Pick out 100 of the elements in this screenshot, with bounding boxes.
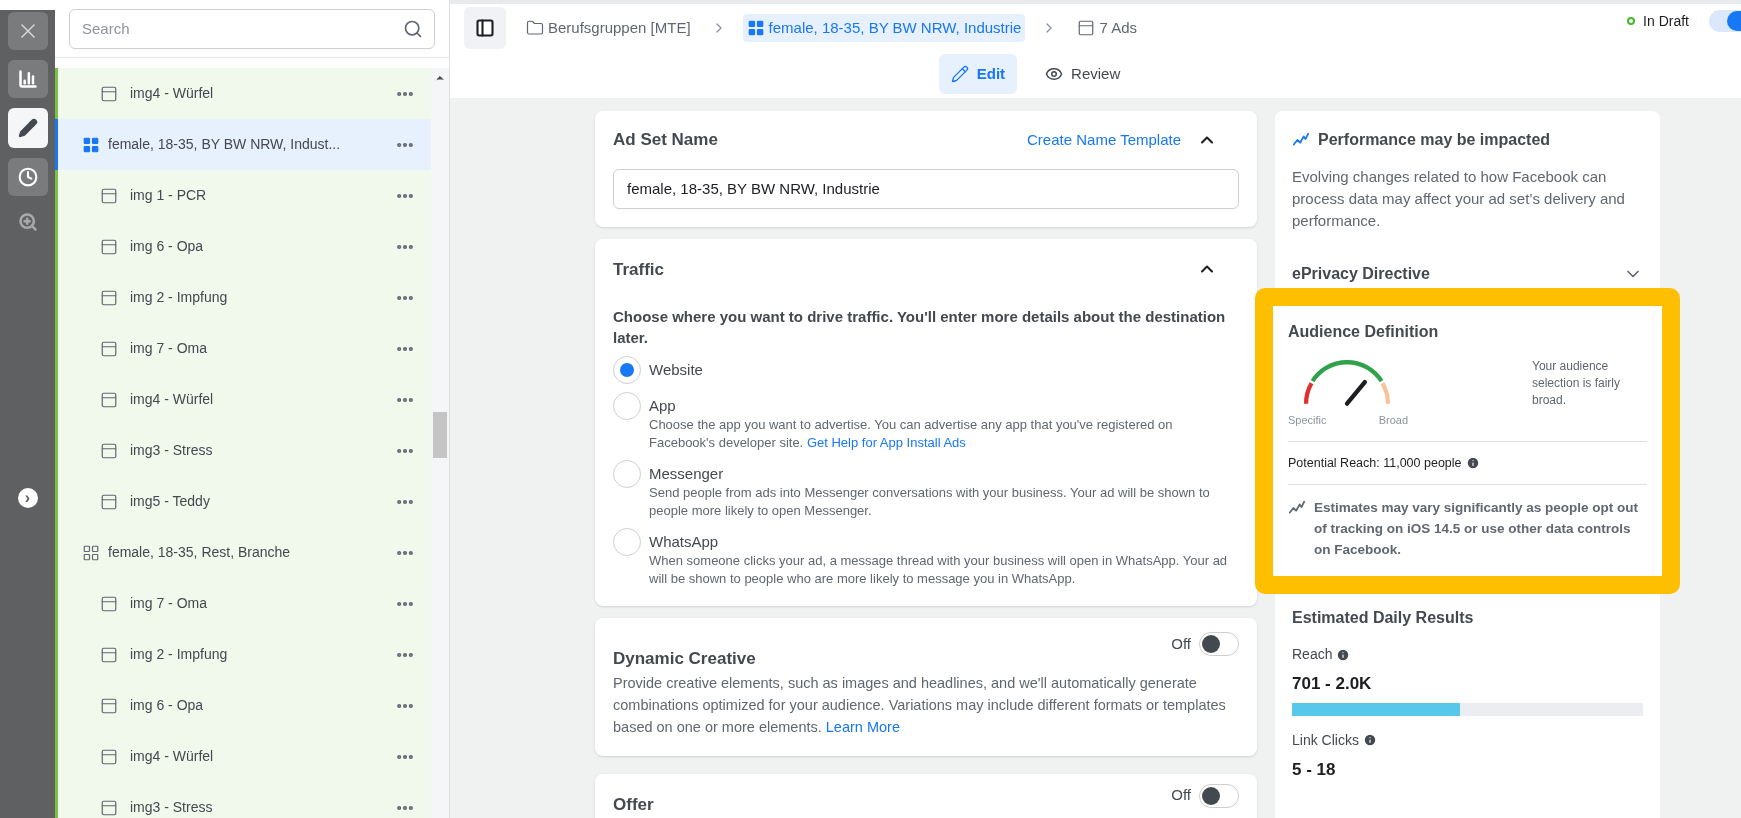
help-link[interactable]: Get Help for App Install Ads (806, 435, 966, 450)
ad-icon (100, 594, 118, 613)
estimate-note: Estimates may vary significantly as people opt out of tracking on iOS 14.5 or use other data controls on Facebook. (1314, 499, 1640, 560)
tree-item-label: img3 - Stress (130, 441, 214, 460)
metric-value: 701 - 2.0K (1292, 673, 1373, 696)
folder-icon (526, 19, 544, 37)
ad-icon (100, 747, 118, 766)
tree-item-label: img 7 - Oma (130, 594, 208, 613)
ad-icon (100, 696, 118, 715)
potential-reach: Potential Reach: 11,000 people (1288, 454, 1462, 472)
radio-button[interactable] (613, 356, 641, 384)
ad-icon (100, 84, 118, 103)
toggle-label: Off (1171, 633, 1191, 654)
learn-more-link[interactable]: Learn More (825, 718, 900, 735)
traffic-prompt: Choose where you want to drive traffic. You'll enter more details about the destination later. (613, 307, 1227, 348)
eye-icon (1045, 65, 1064, 83)
option-description: Send people from ads into Messenger conversations with your business. Your ad will be shown to people more likely to open Messenger. (649, 484, 1211, 520)
ad-icon (100, 492, 118, 511)
scrollbar-thumb[interactable] (433, 412, 447, 458)
toggle-switch[interactable] (1199, 632, 1239, 656)
radio-button[interactable] (613, 460, 641, 488)
tree-item-label: img 6 - Opa (130, 696, 205, 715)
card-title: Audience Definition (1288, 322, 1440, 342)
card-title: Performance may be impacted (1318, 130, 1551, 150)
toggle-switch[interactable] (1199, 783, 1239, 808)
ad-icon (100, 441, 118, 460)
performance-text: Evolving changes related to how Facebook can process data may affect your ad set’s delivery and performance. (1292, 167, 1626, 231)
expand-button[interactable]: › (17, 488, 38, 508)
create-name-template-link[interactable]: Create Name Template (1027, 128, 1181, 151)
ad-icon (100, 339, 118, 358)
status-label: In Draft (1643, 11, 1689, 31)
inspect-icon[interactable] (17, 212, 38, 232)
tree-item-label: img4 - Würfel (130, 747, 215, 766)
mode-tab[interactable]: Review (1033, 54, 1133, 94)
metric-label: Reach (1292, 645, 1333, 665)
breadcrumb-item[interactable]: 7 Ads (1073, 13, 1141, 43)
tree-item-label: img 2 - Impfung (130, 645, 229, 664)
ad-set-name-field[interactable]: female, 18-35, BY BW NRW, Industrie (613, 168, 1239, 209)
toggle-label: Off (1171, 785, 1191, 806)
draft-toggle[interactable] (1709, 10, 1741, 32)
gauge-min-label: Specific (1288, 413, 1327, 428)
close-button[interactable] (7, 12, 48, 50)
card-title: Traffic (613, 258, 665, 281)
card-title: Dynamic Creative (613, 648, 756, 670)
panel-toggle-button[interactable] (464, 7, 506, 49)
history-button[interactable] (7, 158, 48, 196)
charts-button[interactable] (7, 60, 48, 98)
tree-item-label: img5 - Teddy (130, 492, 211, 511)
tree-item-label: img 1 - PCR (130, 186, 208, 205)
card-title: Estimated Daily Results (1292, 608, 1475, 629)
grid-icon (82, 543, 100, 562)
search-field[interactable]: Search (69, 8, 435, 49)
ad-icon (100, 798, 118, 817)
search-icon (403, 18, 423, 39)
dynamic-creative-description: Provide creative elements, such as images and headlines, and we'll automatically generate combinations optimized for your audience. Variations may include different formats or templates based on one or more elements. Learn More (613, 673, 1227, 737)
metric-value: 5 - 18 (1292, 758, 1337, 781)
ad-icon (100, 390, 118, 409)
audience-summary: Your audience selection is fairly broad. (1532, 358, 1622, 409)
tree-item-label: img 2 - Impfung (130, 288, 229, 307)
breadcrumb-item[interactable]: female, 18-35, BY BW NRW, Industrie (742, 13, 1026, 43)
tree-item-label: female, 18-35, BY BW NRW, Indust... (108, 135, 342, 154)
option-description: When someone clicks your ad, a message thread with your business will open in WhatsApp. Your ad will be shown to people who are more likely to message you in WhatsApp. (649, 552, 1229, 588)
ad-icon (1077, 19, 1096, 37)
tree-item-label: img3 - Stress (130, 798, 214, 817)
tree-item-label: female, 18-35, Rest, Branche (108, 543, 292, 562)
grid-icon (746, 19, 765, 37)
clock-icon (17, 167, 38, 187)
card-title: Offer (613, 793, 654, 816)
ad-icon (100, 186, 118, 205)
eprivacy-row[interactable]: ePrivacy Directive (1292, 262, 1643, 286)
info-icon[interactable] (1336, 647, 1351, 662)
bar-chart-icon (17, 69, 38, 89)
option-description: Choose the app you want to advertise. You can advertise any app that you've registered on Facebook's developer site. Get Help for App Install Ads (649, 416, 1174, 452)
pencil-icon (17, 118, 38, 138)
edit-tool-button[interactable] (7, 108, 48, 148)
metric-label: Link Clicks (1292, 730, 1359, 750)
radio-label: App (649, 396, 677, 416)
radio-label: WhatsApp (649, 532, 720, 552)
radio-label: Website (649, 360, 703, 380)
pencil-icon (950, 65, 969, 83)
grid-icon (82, 135, 100, 154)
ad-icon (100, 645, 118, 664)
radio-label: Messenger (649, 464, 725, 484)
ad-icon (100, 237, 118, 256)
tree-item[interactable]: female, 18-35, BY BW NRW, Indust... (55, 119, 431, 170)
gauge-max-label: Broad (1378, 413, 1408, 428)
tree-item-label: img4 - Würfel (130, 390, 215, 409)
card-title: Ad Set Name (613, 129, 718, 151)
mode-tab[interactable]: Edit (938, 54, 1018, 94)
tree-item-label: img 6 - Opa (130, 237, 205, 256)
tree-item-label: img4 - Würfel (130, 84, 215, 103)
info-icon[interactable] (1465, 455, 1480, 470)
info-icon[interactable] (1362, 733, 1377, 748)
radio-button[interactable] (613, 528, 641, 556)
radio-button[interactable] (613, 392, 641, 420)
ad-icon (100, 288, 118, 307)
breadcrumb-item[interactable]: Berufsgruppen [MTE] (522, 13, 695, 43)
sidebar-icon (475, 18, 495, 38)
tree-item-label: img 7 - Oma (130, 339, 208, 358)
scrollbar[interactable] (431, 68, 449, 818)
